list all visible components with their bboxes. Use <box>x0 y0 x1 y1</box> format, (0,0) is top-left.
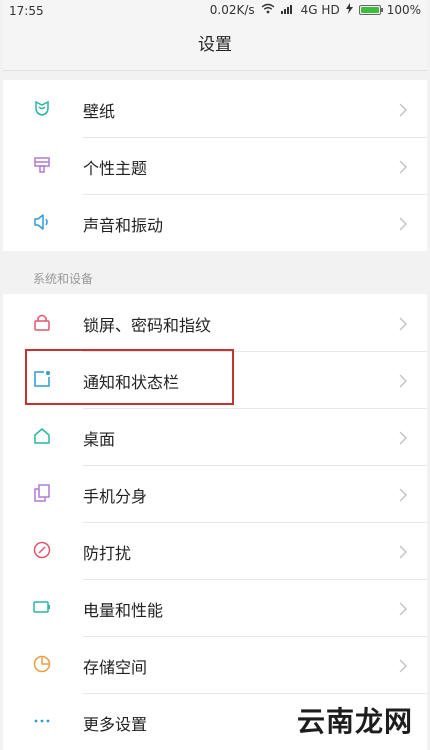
settings-row-notifications[interactable]: 通知和状态栏 <box>3 351 427 408</box>
section-header: 系统和设备 <box>3 258 427 294</box>
theme-brush-icon <box>33 156 51 174</box>
settings-row-desktop[interactable]: 桌面 <box>3 408 427 465</box>
page-title: 设置 <box>198 35 232 55</box>
storage-pie-icon <box>33 655 51 673</box>
row-label: 手机分身 <box>83 487 148 506</box>
settings-row-battery[interactable]: 电量和性能 <box>3 579 427 636</box>
battery-percent: 100% <box>386 3 421 17</box>
system-device-group: 锁屏、密码和指纹 通知和状态栏 桌面 手机分身 防打扰 电量和性能 存储空间 更… <box>3 294 427 750</box>
home-icon <box>33 427 51 445</box>
wallpaper-icon <box>33 99 51 117</box>
row-label: 锁屏、密码和指纹 <box>83 316 212 335</box>
settings-row-dual-space[interactable]: 手机分身 <box>3 465 427 522</box>
row-label: 通知和状态栏 <box>83 373 180 392</box>
chevron-right-icon <box>399 159 407 174</box>
chevron-right-icon <box>399 544 407 559</box>
network-speed: 0.02K/s <box>209 3 255 17</box>
battery-icon <box>358 5 383 15</box>
charging-icon <box>345 3 353 17</box>
notification-icon <box>33 370 51 388</box>
row-label: 防打扰 <box>83 544 132 563</box>
chevron-right-icon <box>399 216 407 231</box>
row-label: 壁纸 <box>83 102 116 121</box>
network-type: 4G HD <box>300 3 340 17</box>
settings-row-sound[interactable]: 声音和振动 <box>3 194 427 251</box>
signal-icon <box>280 3 295 17</box>
settings-screen: 17:55 0.02K/s 4G HD 100% 设置 壁纸 个性主题 声音和振… <box>3 0 427 750</box>
chevron-right-icon <box>399 601 407 616</box>
chevron-right-icon <box>399 487 407 502</box>
battery-performance-icon <box>33 598 51 616</box>
row-label: 更多设置 <box>83 715 148 734</box>
row-label: 声音和振动 <box>83 216 164 235</box>
settings-row-do-not-disturb[interactable]: 防打扰 <box>3 522 427 579</box>
status-right: 0.02K/s 4G HD 100% <box>210 3 421 17</box>
wifi-icon <box>261 3 275 17</box>
dual-space-icon <box>33 484 51 502</box>
settings-row-wallpaper[interactable]: 壁纸 <box>3 80 427 137</box>
settings-row-storage[interactable]: 存储空间 <box>3 636 427 693</box>
status-bar: 17:55 0.02K/s 4G HD 100% <box>3 0 427 22</box>
status-time: 17:55 <box>9 4 44 18</box>
speaker-icon <box>33 213 51 231</box>
row-label: 桌面 <box>83 430 116 449</box>
chevron-right-icon <box>399 316 407 331</box>
watermark: 云南龙网 <box>296 705 413 738</box>
chevron-right-icon <box>399 430 407 445</box>
personalization-group: 壁纸 个性主题 声音和振动 <box>3 80 427 251</box>
chevron-right-icon <box>399 373 407 388</box>
chevron-right-icon <box>399 658 407 673</box>
row-label: 个性主题 <box>83 159 148 178</box>
row-label: 电量和性能 <box>83 601 164 620</box>
do-not-disturb-icon <box>33 541 51 559</box>
chevron-right-icon <box>399 102 407 117</box>
title-bar: 设置 <box>3 22 427 71</box>
section-title: 系统和设备 <box>33 272 94 286</box>
settings-row-theme[interactable]: 个性主题 <box>3 137 427 194</box>
settings-row-lockscreen[interactable]: 锁屏、密码和指纹 <box>3 294 427 351</box>
more-dots-icon <box>33 712 51 730</box>
lock-icon <box>33 313 51 331</box>
row-label: 存储空间 <box>83 658 148 677</box>
